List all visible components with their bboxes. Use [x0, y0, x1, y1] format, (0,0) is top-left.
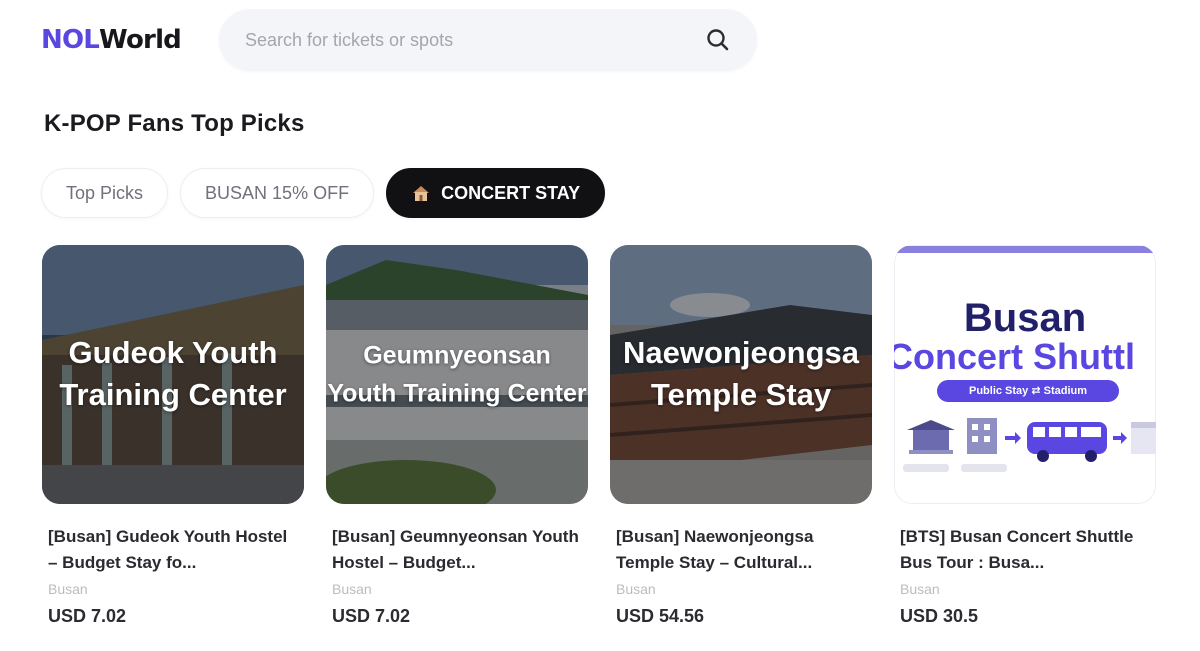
search-button[interactable] [705, 27, 731, 53]
tab-top-picks[interactable]: Top Picks [41, 168, 169, 218]
card-city: Busan [900, 581, 940, 597]
shuttle-bus-illustration [903, 418, 1156, 472]
search-bar [219, 9, 757, 71]
logo-nol: NOL [41, 25, 100, 55]
card-title: [BTS] Busan Concert Shuttle Bus Tour : B… [900, 527, 1134, 572]
poster-topbar [895, 246, 1155, 253]
nol-world-logo[interactable]: NOL World [41, 22, 182, 58]
shuttle-poster: Busan Concert Shuttl Public Stay ⇄ Stadi… [894, 245, 1156, 504]
image-overlay-text: Naewonjeongsa Temple Stay [623, 334, 859, 413]
card-title: [Busan] Geumnyeonsan Youth Hostel – Budg… [332, 527, 579, 572]
product-cards: Gudeok Youth Training Center [Busan] Gud… [42, 245, 1156, 627]
search-icon [707, 29, 729, 51]
card-price: USD 7.02 [48, 606, 127, 626]
card-image: Naewonjeongsa Temple Stay [610, 245, 872, 504]
section-title: K-POP Fans Top Picks [44, 110, 305, 137]
tab-busan-15-off[interactable]: BUSAN 15% OFF [180, 168, 375, 218]
product-card[interactable]: Geumnyeonsan Youth Training Center [Busa… [326, 245, 588, 627]
header: NOL World [0, 0, 1200, 84]
poster-title: Busan [963, 296, 1087, 340]
card-image: Gudeok Youth Training Center [42, 245, 304, 504]
product-card[interactable]: Busan Concert Shuttl Public Stay ⇄ Stadi… [894, 245, 1156, 627]
card-price: USD 54.56 [616, 606, 705, 626]
product-card[interactable]: Gudeok Youth Training Center [Busan] Gud… [42, 245, 304, 627]
card-city: Busan [616, 581, 656, 597]
poster-pill: Public Stay ⇄ Stadium [937, 380, 1119, 402]
card-price: USD 30.5 [900, 606, 979, 626]
search-input[interactable] [245, 9, 685, 71]
card-price: USD 7.02 [332, 606, 411, 626]
house-emoji-icon [411, 183, 431, 203]
card-city: Busan [332, 581, 372, 597]
category-tabs: Top Picks BUSAN 15% OFF CONCERT STAY [41, 168, 606, 218]
card-image: Busan Concert Shuttl Public Stay ⇄ Stadi… [894, 245, 1156, 504]
logo-world: World [99, 25, 182, 55]
image-overlay-text: Geumnyeonsan Youth Training Center [327, 340, 587, 408]
image-overlay-text: Gudeok Youth Training Center [59, 334, 287, 413]
card-city: Busan [48, 581, 88, 597]
poster-subtitle: Concert Shuttl [894, 336, 1135, 377]
tab-label: Top Picks [66, 182, 144, 203]
tab-concert-stay[interactable]: CONCERT STAY [386, 168, 606, 218]
product-card[interactable]: Naewonjeongsa Temple Stay [Busan] Naewon… [610, 245, 872, 627]
card-title: [Busan] Naewonjeongsa Temple Stay – Cult… [616, 527, 814, 572]
card-image: Geumnyeonsan Youth Training Center [326, 245, 588, 504]
card-title: [Busan] Gudeok Youth Hostel – Budget Sta… [48, 527, 288, 572]
tab-label: CONCERT STAY [441, 182, 581, 203]
tab-label: BUSAN 15% OFF [205, 182, 350, 203]
